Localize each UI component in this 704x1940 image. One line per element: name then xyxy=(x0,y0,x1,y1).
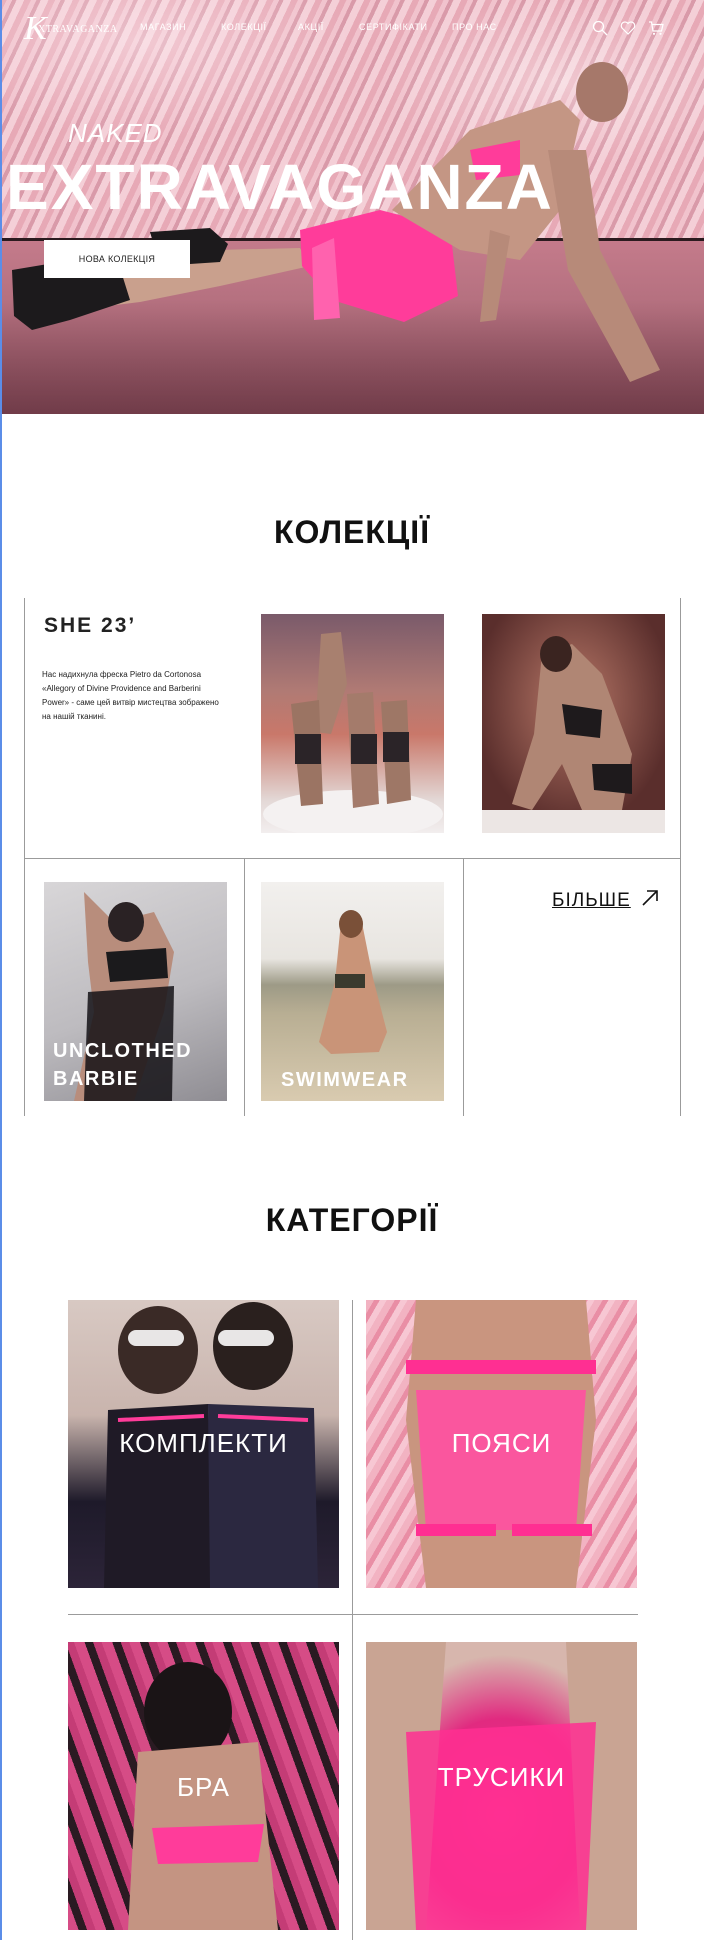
hero-banner: K XTRAVAGANZA МАГАЗИН КОЛЕКЦІЇ АКЦІЇ СЕР… xyxy=(0,0,704,414)
nav-item-certificates[interactable]: СЕРТИФІКАТИ xyxy=(359,22,452,32)
arrow-up-right-icon[interactable] xyxy=(640,888,660,908)
category-label-panties: ТРУСИКИ xyxy=(437,1762,566,1792)
grid-divider xyxy=(68,1614,638,1615)
grid-divider xyxy=(24,858,681,859)
search-icon[interactable] xyxy=(592,20,608,36)
grid-divider xyxy=(244,858,245,1116)
category-card-belts[interactable]: ПОЯСИ xyxy=(366,1300,637,1588)
collections-title: КОЛЕКЦІЇ xyxy=(273,514,431,550)
grid-divider xyxy=(352,1300,353,1940)
collection-photo-crouch[interactable] xyxy=(482,614,665,833)
categories-title: КАТЕГОРІЇ xyxy=(265,1202,439,1238)
featured-collection-description: Нас надихнула фреска Pietro da Cortonosa… xyxy=(42,670,219,721)
header-actions xyxy=(592,20,664,36)
main-nav: МАГАЗИН КОЛЕКЦІЇ АКЦІЇ СЕРТИФІКАТИ ПРО Н… xyxy=(140,22,512,32)
brand-logo[interactable]: K XTRAVAGANZA xyxy=(24,10,117,48)
category-card-bras[interactable]: БРА xyxy=(68,1642,339,1930)
nav-item-collections[interactable]: КОЛЕКЦІЇ xyxy=(221,22,298,32)
collection-label-swimwear: SWIMWEAR xyxy=(281,1069,409,1091)
collection-photo-group[interactable] xyxy=(261,614,444,833)
new-collection-button[interactable]: НОВА КОЛЕКЦІЯ xyxy=(44,240,190,278)
grid-divider xyxy=(24,598,25,1116)
category-label-bras: БРА xyxy=(176,1772,230,1802)
collection-label-barbie: UNCLOTHED BARBIE xyxy=(53,1040,193,1090)
cart-icon[interactable] xyxy=(648,20,664,36)
grid-divider xyxy=(680,598,681,1116)
featured-collection-name[interactable]: SHE 23’ xyxy=(44,614,136,638)
site-header: K XTRAVAGANZA МАГАЗИН КОЛЕКЦІЇ АКЦІЇ СЕР… xyxy=(0,0,704,60)
nav-item-shop[interactable]: МАГАЗИН xyxy=(140,22,221,32)
more-collections-link[interactable]: БІЛЬШЕ xyxy=(552,890,631,912)
heart-icon[interactable] xyxy=(620,20,636,36)
category-card-sets[interactable]: КОМПЛЕКТИ xyxy=(68,1300,339,1588)
nav-item-sales[interactable]: АКЦІЇ xyxy=(298,22,359,32)
grid-divider xyxy=(463,858,464,1116)
logo-wordmark: XTRAVAGANZA xyxy=(38,24,118,35)
hero-title: EXTRAVAGANZA xyxy=(6,151,554,223)
hero-subtitle: NAKED xyxy=(68,118,163,148)
category-label-belts: ПОЯСИ xyxy=(451,1428,552,1458)
category-card-panties[interactable]: ТРУСИКИ xyxy=(366,1642,637,1930)
category-label-sets: КОМПЛЕКТИ xyxy=(119,1428,288,1458)
page-edge-accent xyxy=(0,0,2,1940)
nav-item-about[interactable]: ПРО НАС xyxy=(452,22,512,32)
